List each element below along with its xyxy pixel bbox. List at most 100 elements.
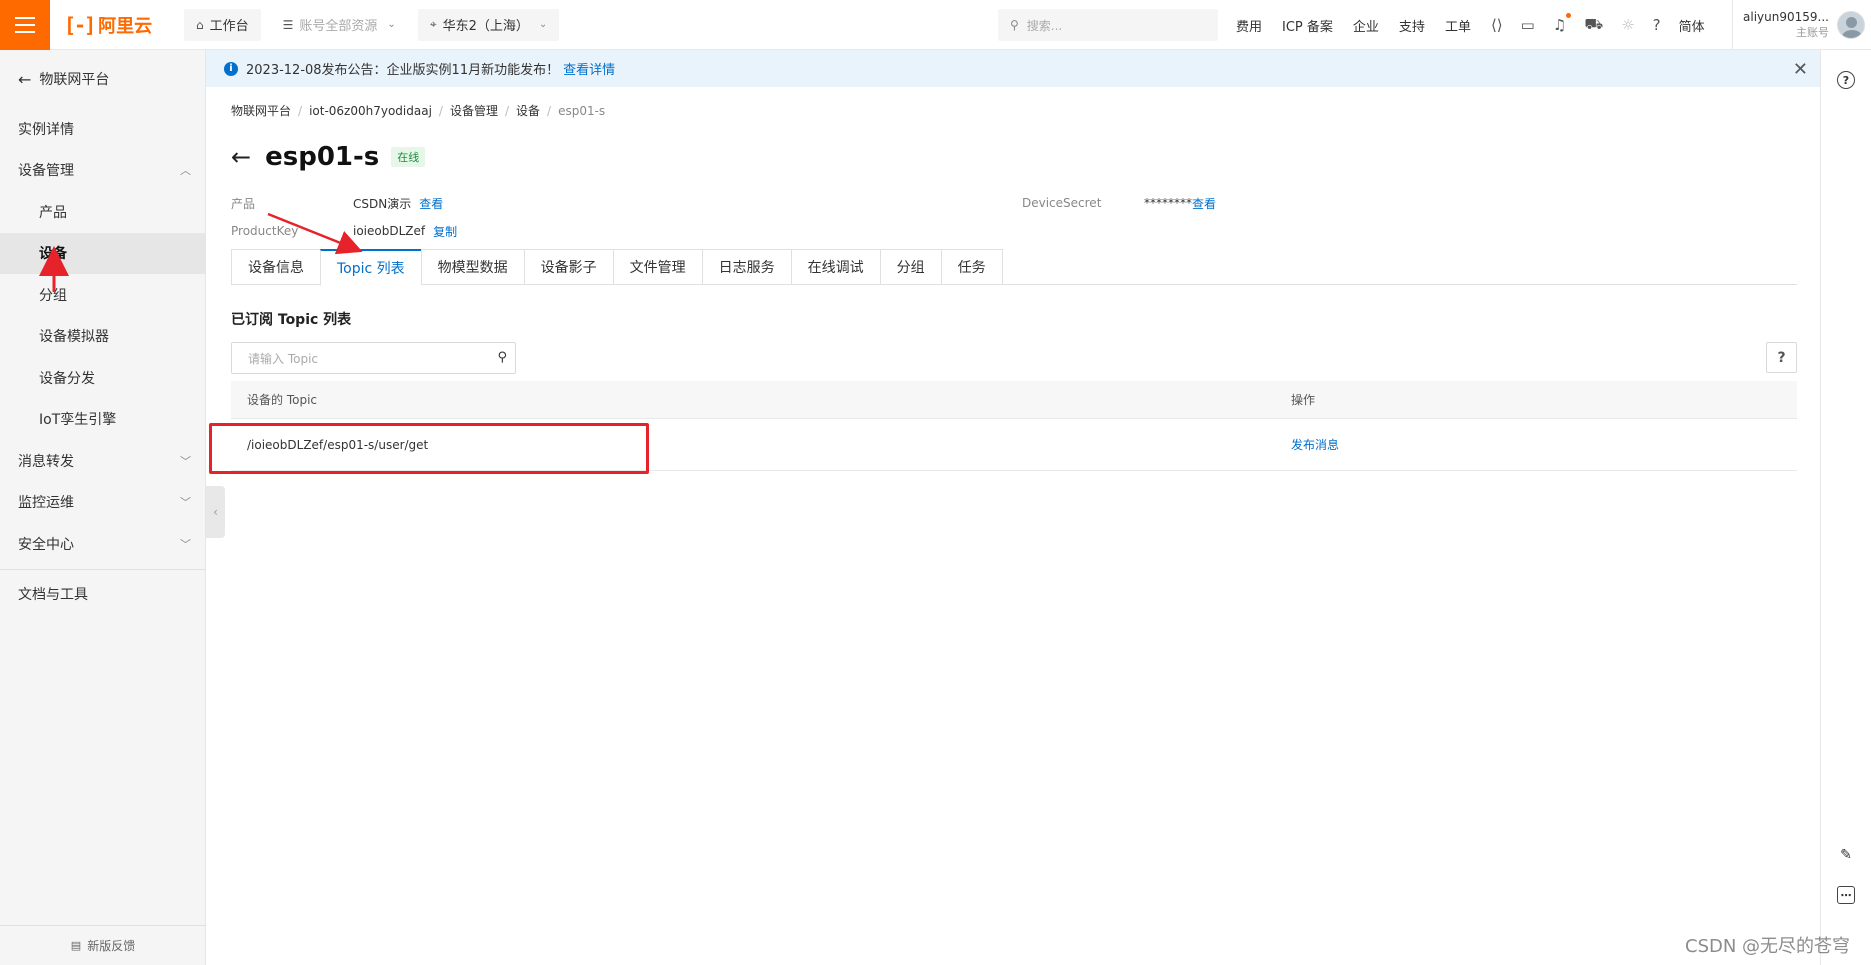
view-secret-link[interactable]: 查看 xyxy=(1192,195,1216,212)
breadcrumb: 物联网平台 / iot-06z00h7yodidaaj / 设备管理 / 设备 … xyxy=(231,102,606,119)
topic-search-input[interactable]: 请输入 Topic ⚲ xyxy=(231,342,516,374)
sidebar-item-device[interactable]: 设备 xyxy=(0,232,205,274)
sidebar-item-monitoring[interactable]: 监控运维 ﹀ xyxy=(0,482,205,524)
announcement-text: 2023-12-08发布公告：企业版实例11月新功能发布！ xyxy=(246,63,560,78)
resources-dropdown[interactable]: ☰ 账号全部资源 ⌄ xyxy=(271,9,408,41)
menu-icon[interactable] xyxy=(0,0,50,50)
logo[interactable]: [-] 阿里云 xyxy=(64,12,174,38)
annotation-highlight-box xyxy=(209,423,649,474)
chevron-left-icon: ‹ xyxy=(213,505,218,519)
workbench-button[interactable]: ⌂ 工作台 xyxy=(184,8,261,41)
sidebar-back-button[interactable]: ← 物联网平台 xyxy=(0,50,205,108)
tab-task[interactable]: 任务 xyxy=(940,249,1003,285)
device-secret-value: ******** xyxy=(1144,196,1192,210)
sidebar-item-product[interactable]: 产品 xyxy=(0,191,205,233)
sidebar-item-device-management[interactable]: 设备管理 ︿ xyxy=(0,150,205,192)
top-link-enterprise[interactable]: 企业 xyxy=(1353,16,1379,35)
feedback-icon: ▤ xyxy=(70,939,82,952)
search-icon[interactable]: ⚲ xyxy=(497,350,507,365)
sidebar-item-docs-tools[interactable]: 文档与工具 xyxy=(0,574,205,616)
sidebar-item-security-center[interactable]: 安全中心 ﹀ xyxy=(0,523,205,565)
breadcrumb-item-current: esp01-s xyxy=(558,103,606,118)
device-tabs: 设备信息 Topic 列表 物模型数据 设备影子 文件管理 日志服务 在线调试 … xyxy=(231,249,1797,286)
top-link-support[interactable]: 支持 xyxy=(1399,16,1425,35)
location-icon: ⌖ xyxy=(429,17,437,31)
arrow-left-icon: ← xyxy=(18,69,32,89)
avatar[interactable] xyxy=(1836,11,1865,39)
status-badge: 在线 xyxy=(391,147,426,167)
announcement-bar: i 2023-12-08发布公告：企业版实例11月新功能发布！ 查看详情 ✕ xyxy=(206,50,1820,87)
tab-group[interactable]: 分组 xyxy=(879,249,941,285)
tab-device-shadow[interactable]: 设备影子 xyxy=(523,249,613,285)
table-header: 设备的 Topic 操作 xyxy=(231,381,1797,419)
chevron-down-icon: ﹀ xyxy=(180,454,191,468)
productkey-label: ProductKey xyxy=(231,224,299,238)
sidebar-item-group[interactable]: 分组 xyxy=(0,274,205,316)
home-icon: ⌂ xyxy=(196,17,204,32)
region-dropdown[interactable]: ⌖ 华东2（上海） ⌄ xyxy=(417,8,560,41)
sidebar-item-message-forwarding[interactable]: 消息转发 ﹀ xyxy=(0,440,205,482)
logo-text: 阿里云 xyxy=(98,15,153,37)
top-link-icp[interactable]: ICP 备案 xyxy=(1282,16,1333,35)
sidebar-divider xyxy=(0,568,205,570)
tab-file-management[interactable]: 文件管理 xyxy=(612,249,702,285)
edit-icon[interactable]: ✎ xyxy=(1837,846,1855,864)
terminal-icon[interactable]: ▭ xyxy=(1521,16,1535,34)
list-icon: ☰ xyxy=(282,17,294,32)
bell-icon[interactable]: ♫ xyxy=(1553,13,1572,34)
announcement-link[interactable]: 查看详情 xyxy=(563,59,615,78)
device-info: 产品 CSDN演示 查看 DeviceSecret ******** 查看 Pr… xyxy=(231,189,1331,245)
tab-thing-model-data[interactable]: 物模型数据 xyxy=(420,249,524,285)
user-name: aliyun90159... xyxy=(1743,10,1829,24)
notification-dot xyxy=(1566,13,1572,18)
chevron-up-icon: ︿ xyxy=(180,164,191,178)
user-role: 主账号 xyxy=(1795,26,1829,39)
device-secret-label: DeviceSecret xyxy=(1022,196,1102,210)
tab-device-info[interactable]: 设备信息 xyxy=(231,249,320,285)
sidebar-item-instance-detail[interactable]: 实例详情 xyxy=(0,108,205,150)
column-header-topic: 设备的 Topic xyxy=(247,393,317,407)
lightbulb-icon[interactable]: ☼ xyxy=(1621,16,1634,34)
chevron-down-icon: ﹀ xyxy=(180,537,191,551)
help-icon[interactable]: ? xyxy=(1653,16,1661,34)
sidebar-item-device-simulator[interactable]: 设备模拟器 xyxy=(0,316,205,358)
page-title-row: ← esp01-s 在线 xyxy=(231,142,426,172)
chevron-down-icon: ⌄ xyxy=(538,19,548,30)
chat-icon[interactable]: ⋯ xyxy=(1837,886,1855,904)
productkey-value: ioieobDLZef xyxy=(353,224,426,238)
view-product-link[interactable]: 查看 xyxy=(419,195,443,212)
help-button[interactable]: ? xyxy=(1766,342,1797,373)
help-circle-icon[interactable]: ? xyxy=(1837,71,1855,89)
sidebar: ← 物联网平台 实例详情 设备管理 ︿ 产品 设备 分组 设备模拟器 设备分发 I… xyxy=(0,50,206,965)
close-icon[interactable]: ✕ xyxy=(1793,59,1808,80)
tab-online-debug[interactable]: 在线调试 xyxy=(790,249,880,285)
sidebar-item-device-distribution[interactable]: 设备分发 xyxy=(0,357,205,399)
top-link-ticket[interactable]: 工单 xyxy=(1445,16,1471,35)
global-search-input[interactable]: ⚲ 搜索... xyxy=(998,9,1218,41)
section-title: 已订阅 Topic 列表 xyxy=(231,312,352,328)
sidebar-collapse-handle[interactable]: ‹ xyxy=(206,486,225,538)
language-switch[interactable]: 简体 xyxy=(1679,16,1705,35)
user-menu[interactable]: aliyun90159... 主账号 xyxy=(1732,0,1871,50)
cart-icon[interactable]: ⛟ xyxy=(1584,15,1603,35)
tab-log-service[interactable]: 日志服务 xyxy=(701,249,791,285)
top-links: 费用 ICP 备案 企业 支持 工单 ⟨⟩ ▭ ♫ ⛟ ☼ ? 简体 xyxy=(1236,0,1725,50)
info-icon: i xyxy=(224,61,238,76)
right-rail: ? ✎ ⋯ xyxy=(1820,50,1871,965)
arrow-left-icon[interactable]: ← xyxy=(231,143,251,171)
top-link-fees[interactable]: 费用 xyxy=(1236,16,1262,35)
breadcrumb-item-iot[interactable]: 物联网平台 xyxy=(231,102,291,119)
logo-mark-icon: [-] xyxy=(64,12,96,37)
tab-topic-list[interactable]: Topic 列表 xyxy=(320,249,421,286)
breadcrumb-item-instance[interactable]: iot-06z00h7yodidaaj xyxy=(309,104,432,118)
column-header-action: 操作 xyxy=(1291,393,1316,407)
copy-productkey-link[interactable]: 复制 xyxy=(433,223,457,240)
chevron-down-icon: ⌄ xyxy=(387,19,396,30)
search-icon: ⚲ xyxy=(1010,18,1019,32)
code-icon[interactable]: ⟨⟩ xyxy=(1491,16,1503,34)
breadcrumb-item-device[interactable]: 设备 xyxy=(516,102,540,119)
feedback-button[interactable]: ▤ 新版反馈 xyxy=(0,925,206,965)
sidebar-item-iot-twin[interactable]: IoT孪生引擎 xyxy=(0,399,205,441)
publish-message-link[interactable]: 发布消息 xyxy=(1291,436,1339,453)
breadcrumb-item-device-management[interactable]: 设备管理 xyxy=(450,102,498,119)
